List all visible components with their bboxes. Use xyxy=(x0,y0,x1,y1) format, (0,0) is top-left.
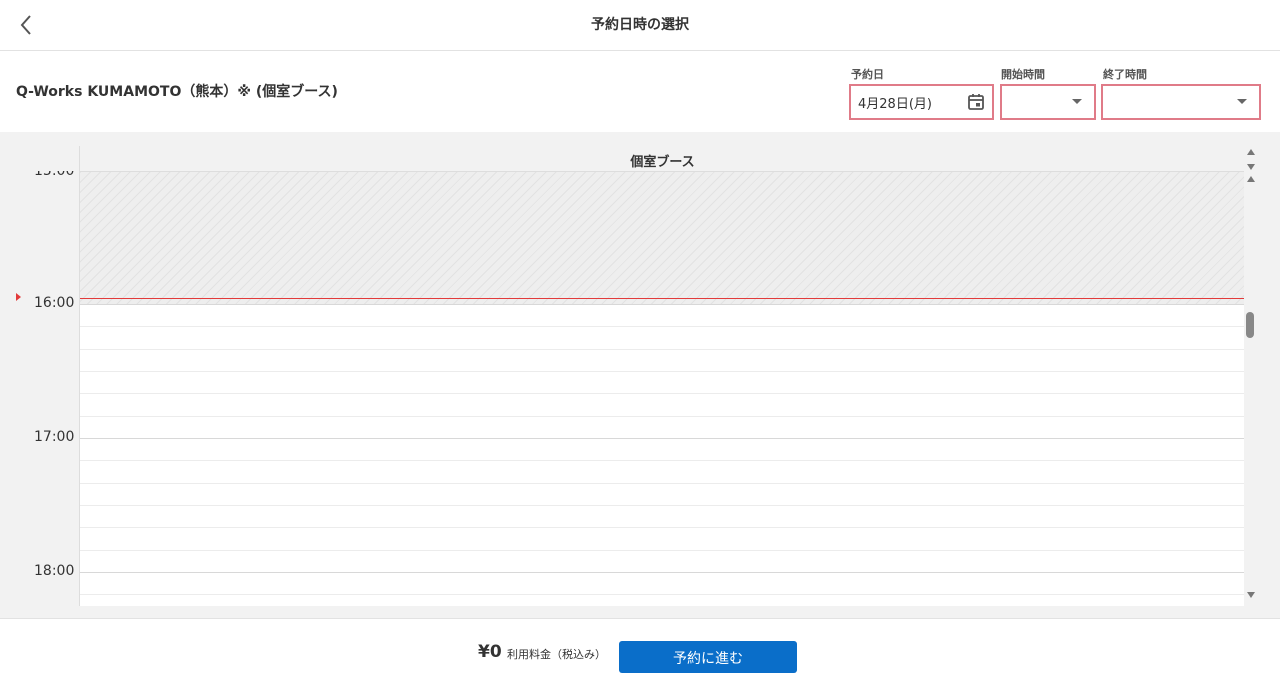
slot-line xyxy=(80,460,1244,461)
current-time-line xyxy=(80,298,1244,299)
time-label-1800: 18:00 xyxy=(34,563,75,579)
hour-line xyxy=(80,304,1244,305)
scroll-down-icon[interactable] xyxy=(1247,592,1255,598)
unavailable-block xyxy=(80,172,1244,304)
time-label-1600: 16:00 xyxy=(34,295,75,311)
time-label-1500: 15:00 xyxy=(34,163,75,179)
slot-line xyxy=(80,326,1244,327)
start-time-select[interactable] xyxy=(1000,84,1096,120)
hour-line xyxy=(80,438,1244,439)
footer-bar: ¥0 利用料金（税込み） 予約に進む xyxy=(0,618,1280,694)
scroll-down-icon[interactable] xyxy=(1247,164,1255,170)
facility-name: Q-Works KUMAMOTO（熊本）※ (個室ブース) xyxy=(16,84,338,100)
time-label-1700: 17:00 xyxy=(34,429,75,445)
start-time-label: 開始時間 xyxy=(1001,68,1045,81)
slot-line xyxy=(80,483,1244,484)
end-time-label: 終了時間 xyxy=(1103,68,1147,81)
end-time-select[interactable] xyxy=(1101,84,1261,120)
slot-line xyxy=(80,550,1244,551)
chevron-down-icon xyxy=(1072,99,1082,104)
slot-line xyxy=(80,594,1244,595)
slot-line xyxy=(80,393,1244,394)
price-value: ¥0 xyxy=(478,642,502,662)
slot-line xyxy=(80,505,1244,506)
vertical-scrollbar[interactable] xyxy=(1244,146,1258,606)
scroll-thumb[interactable] xyxy=(1246,312,1254,338)
date-picker[interactable]: 4月28日(月) xyxy=(849,84,994,120)
reservation-form-row: Q-Works KUMAMOTO（熊本）※ (個室ブース) 予約日 4月28日(… xyxy=(0,51,1280,132)
date-label: 予約日 xyxy=(851,68,884,81)
schedule-grid[interactable]: 個室ブース xyxy=(79,146,1244,606)
date-value: 4月28日(月) xyxy=(858,97,932,112)
column-header: 個室ブース xyxy=(80,146,1244,172)
scroll-up-icon[interactable] xyxy=(1247,176,1255,182)
slot-line xyxy=(80,416,1244,417)
proceed-button[interactable]: 予約に進む xyxy=(619,641,797,673)
top-bar: 予約日時の選択 xyxy=(0,0,1280,51)
hour-line xyxy=(80,572,1244,573)
scroll-up-icon[interactable] xyxy=(1247,149,1255,155)
chevron-down-icon xyxy=(1237,99,1247,104)
schedule-area: 個室ブース 15:00 16:00 17:00 18:00 xyxy=(0,132,1280,618)
slot-line xyxy=(80,371,1244,372)
calendar-icon[interactable] xyxy=(966,92,986,112)
price-note: 利用料金（税込み） xyxy=(507,648,606,661)
page-title: 予約日時の選択 xyxy=(591,17,689,33)
current-time-marker xyxy=(16,293,21,301)
slot-line xyxy=(80,527,1244,528)
slot-line xyxy=(80,349,1244,350)
